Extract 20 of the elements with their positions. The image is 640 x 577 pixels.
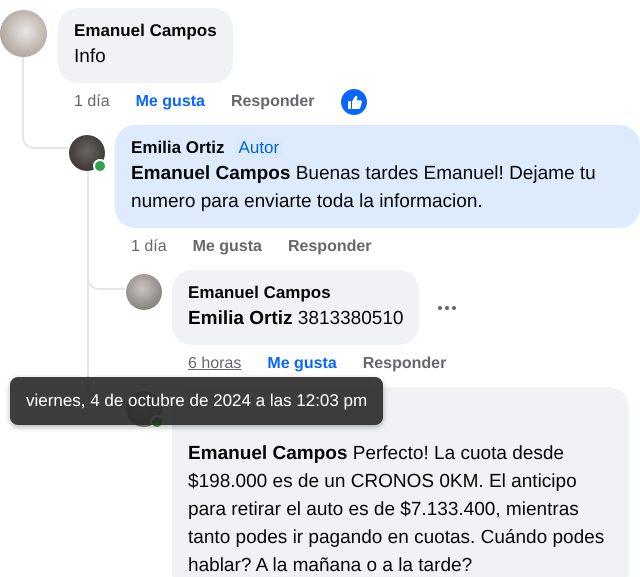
like-link[interactable]: Me gusta [136,93,205,111]
like-link[interactable]: Me gusta [192,238,262,256]
timestamp-link[interactable]: 6 horas [188,355,242,373]
reply-link[interactable]: Responder [362,355,446,373]
author-name[interactable]: Emanuel Campos [188,281,331,305]
thumbs-up-icon[interactable] [340,89,367,115]
like-link[interactable]: Me gusta [267,355,337,373]
reply-link[interactable]: Responder [230,93,315,111]
timestamp-link[interactable]: 1 día [74,93,110,111]
timestamp-link[interactable]: 1 día [131,238,167,256]
timestamp-tooltip: viernes, 4 de octubre de 2024 a las 12:03 pm [10,377,384,425]
author-name[interactable]: Emanuel Campos [74,19,217,43]
comment-text: Emanuel Campos Perfecto! La cuota desde $198.000 es de un CRONOS 0KM. El anticipo para retirar el auto es de $7.133.400, mientras tanto podes ir pagando en cuotas. Cuándo podes hablar? A la mañana o a la tarde? [188,442,606,577]
reply-link[interactable]: Responder [288,238,372,256]
author-name[interactable]: Emilia Ortiz [131,136,225,160]
comment-text: Emanuel Campos Buenas tardes Emanuel! Dejame tu numero para enviarte toda la informacion. [131,162,597,214]
avatar[interactable] [69,135,105,171]
comment-text: Emilia Ortiz 3813380510 [188,307,404,331]
comment-text: Info [74,45,107,69]
more-options-icon[interactable] [437,304,458,310]
